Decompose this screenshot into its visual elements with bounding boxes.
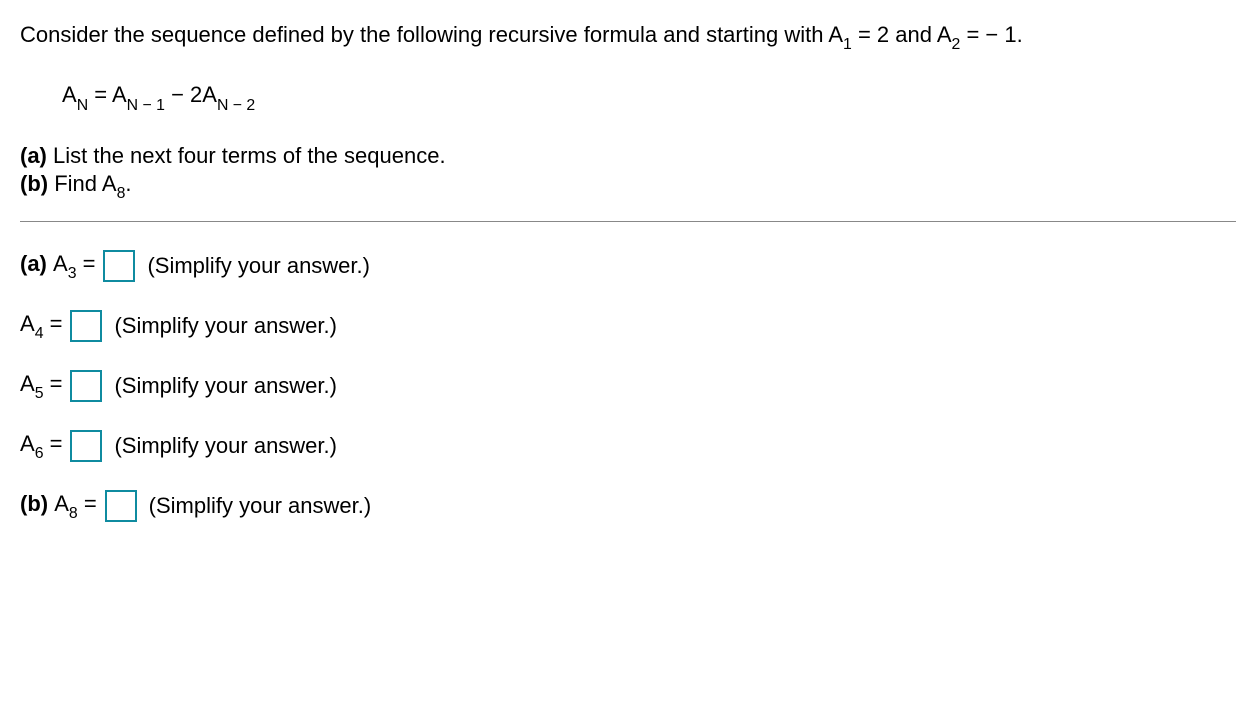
answer-part-label: (a) [20, 251, 53, 276]
answer-equals: = [44, 371, 63, 396]
answer-hint: (Simplify your answer.) [147, 253, 370, 279]
question-parts: (a) List the next four terms of the sequ… [20, 143, 1236, 201]
answer-row-8: (b) A8 = (Simplify your answer.) [20, 490, 1236, 522]
answer-label: (a) A3 = [20, 251, 95, 281]
intro-sub1: 1 [843, 36, 852, 53]
formula-lhs-a: A [62, 82, 77, 107]
answer-input-a5[interactable] [70, 370, 102, 402]
answer-sub: 8 [69, 505, 78, 522]
intro-suffix: = − 1. [960, 22, 1022, 47]
answer-hint: (Simplify your answer.) [114, 373, 337, 399]
answer-var: A [54, 491, 69, 516]
answer-sub: 4 [35, 325, 44, 342]
answer-label: (b) A8 = [20, 491, 97, 521]
part-b-end: . [125, 171, 131, 196]
answer-equals: = [78, 491, 97, 516]
answer-label: A6 = [20, 431, 62, 461]
answer-var: A [20, 311, 35, 336]
answer-equals: = [44, 431, 63, 456]
part-a-text: List the next four terms of the sequence… [47, 143, 446, 168]
answer-input-a3[interactable] [103, 250, 135, 282]
answer-hint: (Simplify your answer.) [149, 493, 372, 519]
answer-equals: = [77, 251, 96, 276]
part-a-label: (a) [20, 143, 47, 168]
answer-sub: 6 [35, 445, 44, 462]
answer-part-label: (b) [20, 491, 54, 516]
answer-sub: 5 [35, 385, 44, 402]
formula-rhs2-sub: N − 2 [217, 97, 255, 114]
intro-prefix: Consider the sequence defined by the fol… [20, 22, 843, 47]
formula-lhs-sub: N [77, 97, 88, 114]
answer-label: A4 = [20, 311, 62, 341]
intro-sub2: 2 [952, 36, 961, 53]
part-b-text: Find A [48, 171, 116, 196]
answer-equals: = [44, 311, 63, 336]
answer-input-a4[interactable] [70, 310, 102, 342]
answer-hint: (Simplify your answer.) [114, 313, 337, 339]
intro-text: Consider the sequence defined by the fol… [20, 22, 1236, 52]
part-a: (a) List the next four terms of the sequ… [20, 143, 1236, 169]
answer-sub: 3 [68, 265, 77, 282]
answer-row-6: A6 = (Simplify your answer.) [20, 430, 1236, 462]
answer-row-4: A4 = (Simplify your answer.) [20, 310, 1236, 342]
divider [20, 221, 1236, 222]
recursive-formula: AN = AN − 1 − 2AN − 2 [62, 82, 1236, 112]
intro-mid1: = 2 and A [852, 22, 952, 47]
formula-rhs1-sub: N − 1 [127, 97, 165, 114]
part-b-sub: 8 [117, 185, 126, 202]
answer-row-3: (a) A3 = (Simplify your answer.) [20, 250, 1236, 282]
answer-input-a6[interactable] [70, 430, 102, 462]
formula-minus: − 2A [165, 82, 217, 107]
answer-label: A5 = [20, 371, 62, 401]
formula-eq: = A [88, 82, 127, 107]
answer-var: A [20, 431, 35, 456]
answer-row-5: A5 = (Simplify your answer.) [20, 370, 1236, 402]
part-b-label: (b) [20, 171, 48, 196]
answer-var: A [53, 251, 68, 276]
part-b: (b) Find A8. [20, 171, 1236, 201]
answer-input-a8[interactable] [105, 490, 137, 522]
answer-hint: (Simplify your answer.) [114, 433, 337, 459]
answer-var: A [20, 371, 35, 396]
